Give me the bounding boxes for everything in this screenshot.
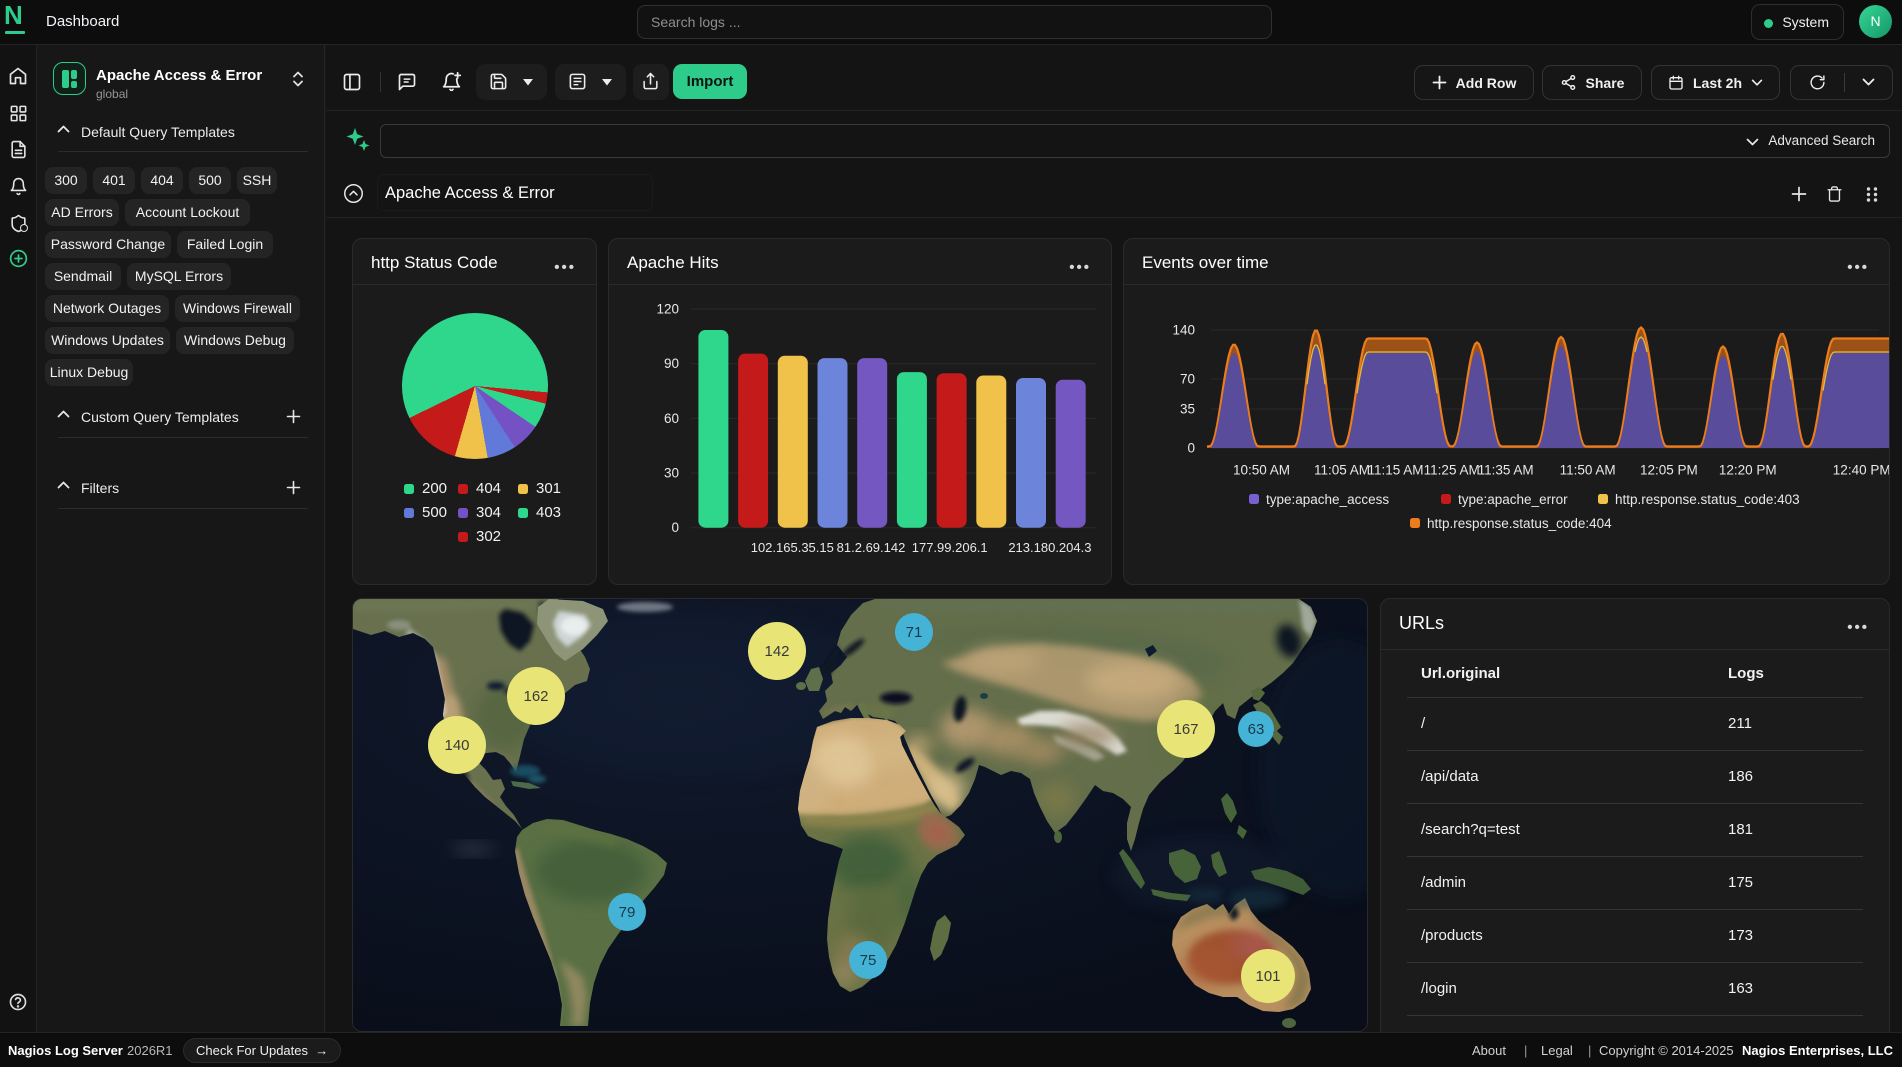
svg-text:type:apache_error: type:apache_error (1458, 492, 1568, 507)
svg-text:140: 140 (444, 737, 469, 754)
svg-text:11:25 AM: 11:25 AM (1424, 463, 1480, 478)
svg-text:10:50 AM: 10:50 AM (1233, 463, 1290, 478)
svg-text:162: 162 (523, 688, 548, 705)
svg-text:11:50 AM: 11:50 AM (1560, 463, 1616, 478)
svg-text:type:apache_access: type:apache_access (1266, 492, 1389, 507)
svg-text:71: 71 (906, 624, 923, 641)
svg-text:11:15 AM: 11:15 AM (1367, 463, 1423, 478)
svg-text:12:05 PM: 12:05 PM (1640, 463, 1698, 478)
svg-text:81.2.69.142: 81.2.69.142 (837, 540, 906, 555)
svg-text:177.99.206.1: 177.99.206.1 (912, 540, 988, 555)
svg-text:70: 70 (1180, 372, 1195, 387)
svg-text:11:05 AM: 11:05 AM (1314, 463, 1370, 478)
svg-text:167: 167 (1173, 721, 1198, 738)
svg-text:30: 30 (664, 466, 679, 481)
svg-text:12:40 PM: 12:40 PM (1833, 463, 1889, 478)
svg-text:140: 140 (1172, 323, 1195, 338)
svg-text:0: 0 (671, 520, 679, 535)
svg-text:0: 0 (1187, 441, 1195, 456)
svg-text:http.response.status_code:403: http.response.status_code:403 (1615, 492, 1800, 507)
svg-text:142: 142 (764, 643, 789, 660)
svg-text:75: 75 (860, 952, 877, 969)
svg-text:213.180.204.3: 213.180.204.3 (1008, 540, 1091, 555)
svg-text:120: 120 (656, 302, 679, 317)
svg-text:79: 79 (619, 904, 636, 921)
svg-text:11:35 AM: 11:35 AM (1478, 463, 1534, 478)
svg-text:90: 90 (664, 356, 679, 371)
svg-text:101: 101 (1255, 968, 1280, 985)
svg-text:12:20 PM: 12:20 PM (1719, 463, 1777, 478)
svg-text:35: 35 (1180, 402, 1195, 417)
svg-text:63: 63 (1248, 721, 1265, 738)
svg-text:60: 60 (664, 411, 679, 426)
svg-text:http.response.status_code:404: http.response.status_code:404 (1427, 516, 1612, 531)
svg-text:102.165.35.15: 102.165.35.15 (751, 540, 834, 555)
